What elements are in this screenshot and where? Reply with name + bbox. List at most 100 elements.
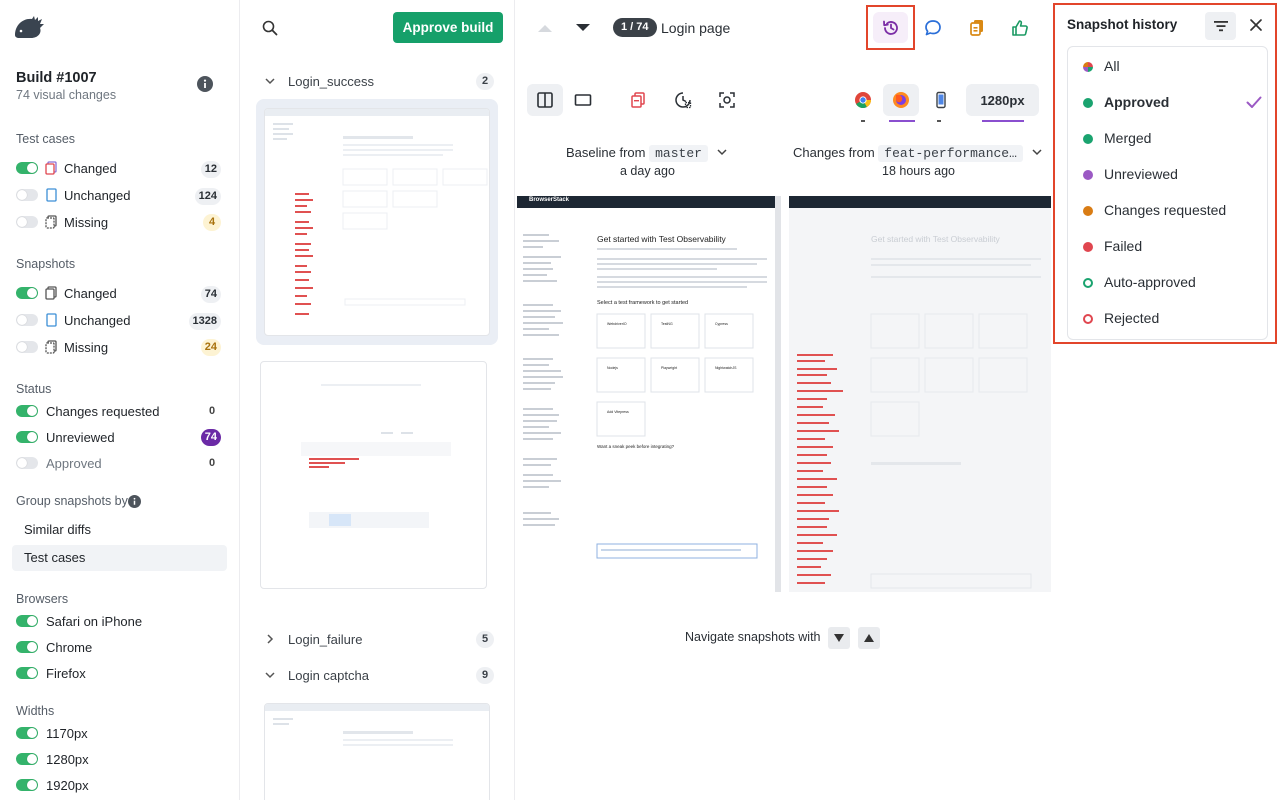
missing-icon (45, 340, 57, 354)
history-option-auto-approved[interactable]: Auto-approved (1082, 271, 1262, 295)
thumbnail-preview-image (265, 704, 489, 746)
changed-icon (45, 161, 57, 175)
history-option-failed[interactable]: Failed (1082, 235, 1262, 259)
group-login-success[interactable]: Login_success 2 (264, 72, 494, 92)
previous-snapshot-icon[interactable] (537, 22, 553, 34)
snapshots-title: Snapshots (16, 257, 76, 271)
group-option-similar-diffs[interactable]: Similar diffs (12, 517, 227, 543)
history-filter-button[interactable] (1205, 12, 1236, 40)
baseline-page-image: Get started with Test Observability Sele… (523, 234, 767, 559)
toggle-width-1920[interactable] (16, 779, 38, 791)
comments-button[interactable] (915, 12, 951, 44)
svg-text:Playwright: Playwright (661, 366, 677, 370)
toggle-browser-safari-iphone[interactable] (16, 615, 38, 627)
approve-snapshot-button[interactable] (1002, 12, 1038, 44)
single-view-button[interactable] (565, 84, 601, 116)
diff-overlay-button[interactable] (620, 84, 656, 116)
build-subtitle: 74 visual changes (16, 88, 117, 102)
toggle-browser-chrome[interactable] (16, 641, 38, 653)
snapshot-position-badge: 1 / 74 (613, 18, 657, 37)
changes-page-image: Get started with Test Observability (797, 234, 1041, 589)
history-option-label: All (1104, 58, 1120, 74)
changes-screenshot[interactable]: Get started with Test Observability (789, 196, 1051, 592)
toggle-snapshot-changed[interactable] (16, 287, 38, 299)
approve-build-button[interactable]: Approve build (393, 12, 503, 43)
group-login-failure[interactable]: Login_failure 5 (264, 630, 494, 650)
baseline-header[interactable]: Baseline from master (566, 145, 728, 162)
svg-text:Cypress: Cypress (715, 322, 728, 326)
baseline-screenshot[interactable]: BrowserStack Get started with Test Obser… (517, 196, 775, 592)
toggle-testcase-changed[interactable] (16, 162, 38, 174)
history-option-label: Rejected (1104, 310, 1160, 326)
navigate-up-key (858, 627, 880, 649)
width-label: 1280px (980, 92, 1025, 108)
snapshot-thumbnail-1[interactable] (264, 108, 490, 336)
toggle-width-1280[interactable] (16, 753, 38, 765)
ignore-regions-button[interactable] (665, 84, 701, 116)
toggle-browser-firefox[interactable] (16, 667, 38, 679)
side-by-side-view-button[interactable] (527, 84, 563, 116)
changes-header[interactable]: Changes from feat-performance… (793, 145, 1043, 162)
svg-text:TestNG: TestNG (661, 322, 673, 326)
testcase-unchanged-label: Unchanged (64, 188, 131, 203)
browser-firefox-label: Firefox (46, 666, 86, 681)
group-login-captcha[interactable]: Login captcha 9 (264, 666, 494, 686)
group-option-test-cases[interactable]: Test cases (12, 545, 227, 571)
build-title: Build #1007 (16, 70, 97, 86)
history-button[interactable] (873, 12, 908, 43)
iphone-browser-button[interactable] (923, 84, 959, 116)
thumbs-up-icon (1012, 20, 1028, 36)
baseline-scrollbar[interactable] (775, 196, 781, 592)
snapshot-thumbnail-3[interactable] (264, 703, 490, 800)
snapshot-viewer: 1 / 74 Login page 1280px Baseline from m… (515, 0, 1052, 800)
snapshot-thumbnail-2[interactable] (260, 361, 487, 589)
status-dot-icon (1083, 170, 1093, 180)
browser-chrome-label: Chrome (46, 640, 93, 655)
toggle-snapshot-missing[interactable] (16, 341, 38, 353)
svg-text:Get started with Test Observab: Get started with Test Observability (597, 234, 727, 244)
toggle-testcase-unchanged[interactable] (16, 189, 38, 201)
split-view-icon (537, 92, 553, 108)
history-option-rejected[interactable]: Rejected (1082, 307, 1262, 331)
width-selector[interactable]: 1280px (966, 84, 1039, 116)
history-option-unreviewed[interactable]: Unreviewed (1082, 163, 1262, 187)
testcase-unchanged-count: 124 (194, 188, 221, 205)
history-option-approved[interactable]: Approved (1082, 91, 1262, 115)
history-title: Snapshot history (1067, 17, 1178, 32)
thumbnail-preview-image (301, 384, 451, 528)
target-region-icon (719, 92, 735, 108)
close-icon[interactable] (1249, 18, 1263, 32)
toggle-testcase-missing[interactable] (16, 216, 38, 228)
chrome-browser-button[interactable] (845, 84, 881, 116)
compare-pages-button[interactable] (959, 12, 995, 44)
status-changes-requested-label: Changes requested (46, 404, 160, 419)
chevron-down-icon (265, 78, 275, 85)
toggle-width-1170[interactable] (16, 727, 38, 739)
status-title: Status (16, 382, 52, 396)
next-snapshot-icon[interactable] (575, 22, 591, 34)
toggle-status-changes-requested[interactable] (16, 405, 38, 417)
history-option-label: Auto-approved (1104, 274, 1196, 290)
preview-navbar (789, 196, 1051, 208)
info-icon[interactable] (197, 76, 213, 92)
toggle-snapshot-unchanged[interactable] (16, 314, 38, 326)
iphone-indicator (937, 120, 941, 122)
clock-region-icon (675, 92, 692, 109)
testcase-missing-count: 4 (203, 214, 221, 231)
toggle-status-unreviewed[interactable] (16, 431, 38, 443)
firefox-browser-button[interactable] (883, 84, 919, 116)
history-option-all[interactable]: All (1082, 55, 1262, 79)
diff-icon (631, 92, 645, 108)
search-icon[interactable] (262, 20, 278, 36)
arrow-down-icon (834, 634, 844, 642)
filter-icon (1213, 21, 1228, 32)
changes-branch: feat-performance… (878, 145, 1023, 162)
history-option-changes-requested[interactable]: Changes requested (1082, 199, 1262, 223)
history-option-merged[interactable]: Merged (1082, 127, 1262, 151)
status-dot-icon (1083, 134, 1093, 144)
focus-region-button[interactable] (709, 84, 745, 116)
toggle-status-approved[interactable] (16, 457, 38, 469)
status-ring-icon (1083, 278, 1093, 288)
chevron-down-icon (1032, 149, 1042, 156)
info-icon[interactable] (128, 495, 141, 508)
